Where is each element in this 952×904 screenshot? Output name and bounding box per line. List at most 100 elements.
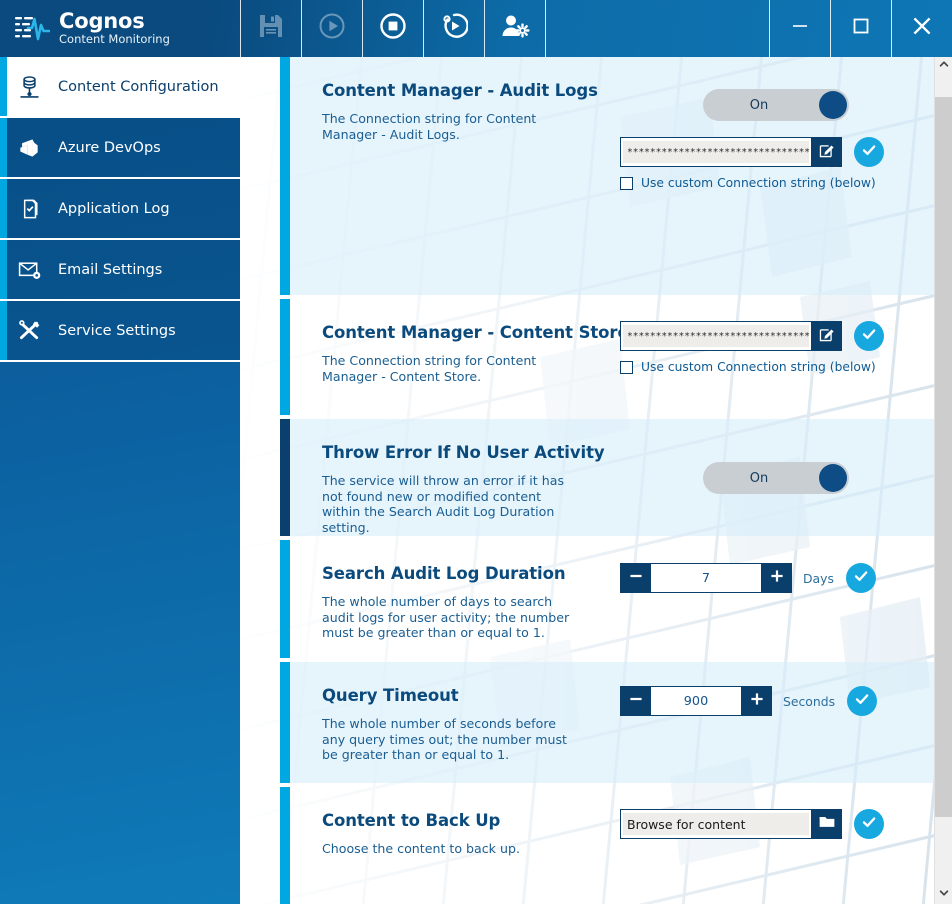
sidebar-item-label: Azure DevOps [58,139,161,156]
panel-accent-bar [280,57,290,295]
active-indicator [0,240,7,299]
active-indicator [0,301,7,360]
sidebar-item-azure-devops[interactable]: Azure DevOps [0,118,240,179]
search-audit-log-duration-confirm-button[interactable] [845,563,876,593]
panel-title: Throw Error If No User Activity [322,443,605,462]
toggle-knob [819,464,847,492]
content-to-back-up-browse-button[interactable] [812,809,842,839]
query-timeout-group: 900 Seconds [620,686,878,716]
app-title: Cognos [59,9,145,34]
panel-accent-bar [280,419,290,536]
window-controls-divider [830,0,831,57]
increment-button[interactable] [741,686,772,716]
minimize-icon [788,14,812,43]
save-button[interactable] [241,0,301,57]
envelope-gear-icon [14,255,44,285]
search-audit-log-duration-input[interactable]: 7 [651,563,761,593]
content-store-connection-input[interactable]: ********************************** [620,321,812,351]
content-store-edit-button[interactable] [812,321,842,351]
application-window: Cognos Content Monitoring Content Config… [0,0,952,904]
decrement-button[interactable] [620,686,651,716]
stop-circle-icon [379,12,407,45]
sidebar-item-content-configuration[interactable]: Content Configuration [0,57,240,118]
chevron-down-icon [938,886,950,904]
panel-description: The Connection string for Content Manage… [322,111,537,142]
search-audit-log-duration-unit: Days [803,570,834,586]
toolbar-divider [545,0,546,57]
setting-panel-search-audit-log-duration: Search Audit Log Duration The whole numb… [280,540,934,658]
query-timeout-unit: Seconds [783,693,836,709]
audit-logs-custom-connection-checkbox[interactable] [620,176,633,190]
audit-logs-toggle[interactable]: On [703,89,849,121]
search-audit-log-duration-group: 7 Days [620,563,876,593]
panel-description: The whole number of seconds before any q… [322,716,567,763]
settings-list: Content Manager - Audit Logs The Connect… [280,57,934,904]
setting-panel-content-to-back-up: Content to Back Up Choose the content to… [280,787,934,904]
check-circle-icon [859,324,879,349]
content-to-back-up-confirm-button[interactable] [854,809,884,839]
content-to-back-up-input[interactable]: Browse for content [620,809,812,839]
toolbar-divider [423,0,424,57]
content-store-custom-connection-label[interactable]: Use custom Connection string (below) [641,360,876,374]
toggle-knob [819,91,847,119]
toolbar-divider [362,0,363,57]
panel-description: The Connection string for Content Manage… [322,353,537,384]
check-circle-icon [852,689,872,714]
toolbar-divider [484,0,485,57]
pencil-square-icon [818,325,836,348]
setting-panel-content-manager-audit-logs: Content Manager - Audit Logs The Connect… [280,57,934,295]
minimize-button[interactable] [770,0,830,57]
start-button[interactable] [302,0,362,57]
maximize-button[interactable] [831,0,891,57]
check-circle-icon [859,140,879,165]
audit-logs-edit-button[interactable] [812,137,842,167]
query-timeout-confirm-button[interactable] [847,686,878,716]
audit-logs-custom-connection-label[interactable]: Use custom Connection string (below) [641,176,876,190]
close-button[interactable] [892,0,952,57]
title-bar: Cognos Content Monitoring [0,0,952,57]
content-store-confirm-button[interactable] [854,321,884,351]
window-controls-divider [769,0,770,57]
audit-logs-connection-input[interactable]: ********************************** [620,137,812,167]
content-store-custom-connection-checkbox[interactable] [620,360,633,374]
sidebar-item-application-log[interactable]: Application Log [0,179,240,240]
sidebar-item-label: Email Settings [58,261,163,278]
vertical-scrollbar[interactable] [934,57,952,904]
query-timeout-input[interactable]: 900 [651,686,741,716]
content-to-back-up-group: Browse for content [620,809,884,839]
restart-circle-icon [440,12,469,45]
throw-error-toggle[interactable]: On [703,462,849,494]
titlebar-drag-region [546,0,769,57]
restart-button[interactable] [424,0,484,57]
decrement-button[interactable] [620,563,651,593]
chevron-up-icon [938,57,950,75]
panel-accent-bar [280,299,290,415]
stop-button[interactable] [363,0,423,57]
check-circle-icon [859,812,879,837]
masked-value: ********************************** [627,330,809,342]
user-gear-icon [500,12,530,45]
browse-value: Browse for content [627,816,746,832]
window-controls-divider [891,0,892,57]
toggle-label: On [749,97,769,113]
scroll-down-button[interactable] [935,886,952,904]
masked-value: ********************************** [627,146,809,158]
increment-button[interactable] [761,563,792,593]
audit-logs-confirm-button[interactable] [854,137,884,167]
sidebar-item-service-settings[interactable]: Service Settings [0,301,240,362]
sidebar-item-label: Content Configuration [58,78,219,95]
database-stack-icon [14,72,44,102]
azure-devops-icon [14,133,44,163]
document-check-icon [14,194,44,224]
sidebar-item-label: Application Log [58,200,170,217]
scrollbar-thumb[interactable] [935,97,952,817]
floppy-disk-icon [257,12,285,45]
scroll-up-button[interactable] [935,57,952,75]
user-settings-button[interactable] [485,0,545,57]
stepper-value: 900 [683,693,709,709]
sidebar-item-email-settings[interactable]: Email Settings [0,240,240,301]
setting-panel-throw-error-if-no-user-activity: Throw Error If No User Activity The serv… [280,419,934,536]
search-audit-log-duration-stepper: 7 [620,563,792,593]
sidebar: Content Configuration Azure DevOps Appli… [0,57,240,904]
toggle-label: On [749,470,769,486]
